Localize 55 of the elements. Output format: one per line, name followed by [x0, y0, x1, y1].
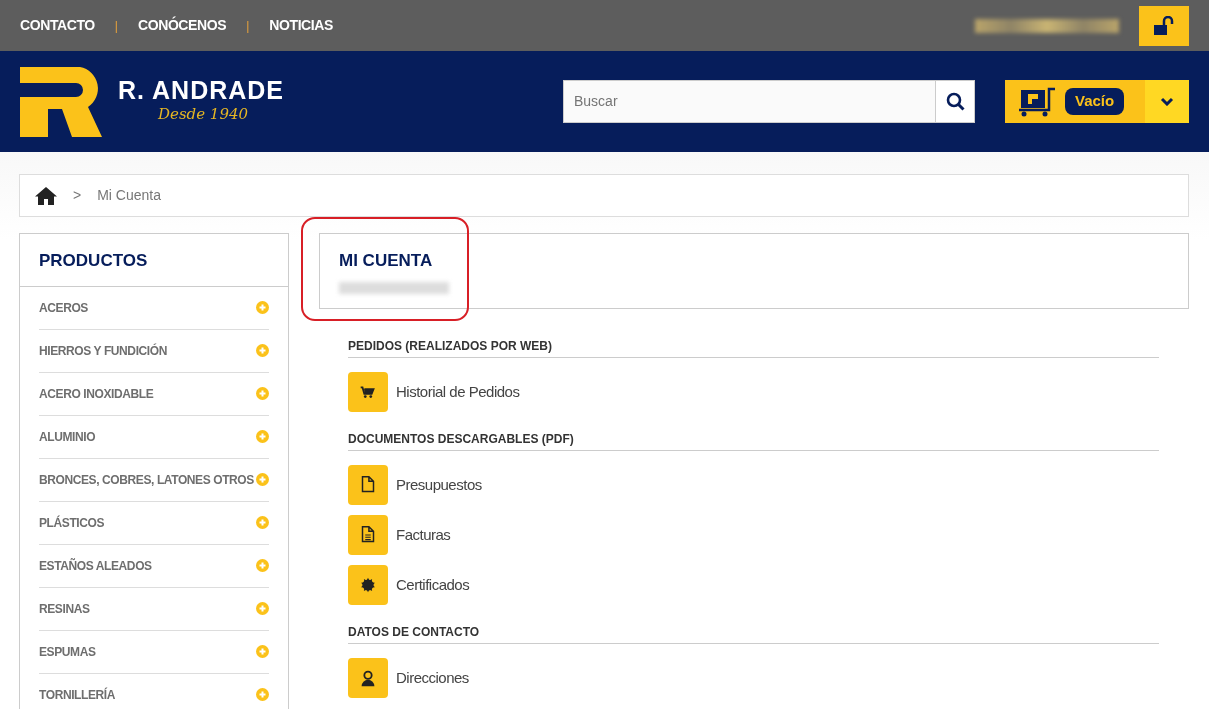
expand-plus-icon[interactable] [256, 301, 269, 314]
logo-tagline: Desde 1940 [158, 103, 250, 125]
expand-plus-icon[interactable] [256, 688, 269, 701]
cart-dropdown-button[interactable] [1145, 80, 1189, 123]
account-link[interactable]: Certificados [396, 573, 470, 597]
account-link[interactable]: Presupuestos [396, 473, 482, 497]
breadcrumb-current: Mi Cuenta [97, 186, 161, 205]
search-icon [945, 92, 965, 111]
logo-icon [20, 66, 102, 137]
account-link[interactable]: Facturas [396, 523, 451, 547]
chevron-down-icon [1160, 97, 1174, 106]
divider-mark: | [246, 17, 250, 35]
expand-plus-icon[interactable] [256, 387, 269, 400]
category-link[interactable]: RESINAS [39, 599, 90, 618]
expand-plus-icon[interactable] [256, 602, 269, 615]
divider-mark: | [114, 17, 118, 35]
icon-tile[interactable] [348, 372, 388, 412]
category-link[interactable]: PLÁSTICOS [39, 513, 105, 532]
cart-button[interactable]: Vacío [1005, 80, 1145, 123]
section-heading: PEDIDOS (REALIZADOS POR WEB) [348, 337, 1159, 358]
category-link[interactable]: BRONCES, COBRES, LATONES OTROS [39, 470, 254, 489]
expand-plus-icon[interactable] [256, 473, 269, 486]
icon-tile[interactable] [348, 515, 388, 555]
expand-plus-icon[interactable] [256, 430, 269, 443]
account-link[interactable]: Direcciones [396, 666, 469, 690]
icon-tile[interactable] [348, 658, 388, 698]
search-button[interactable] [935, 80, 975, 123]
search-field[interactable]: Buscar [563, 80, 935, 123]
account-title: MI CUENTA [339, 250, 434, 272]
trolley-icon [1019, 86, 1057, 117]
nav-link[interactable]: CONTACTO [20, 15, 95, 36]
expand-plus-icon[interactable] [256, 559, 269, 572]
section-heading: DOCUMENTOS DESCARGABLES (PDF) [348, 430, 1159, 451]
padlock-icon [1153, 15, 1175, 36]
nav-link[interactable]: NOTICIAS [269, 15, 333, 36]
icon-tile[interactable] [348, 565, 388, 605]
category-link[interactable]: ESPUMAS [39, 642, 96, 661]
breadcrumb-separator: > [73, 186, 82, 205]
account-link[interactable]: Historial de Pedidos [396, 380, 520, 404]
login-button[interactable] [1139, 5, 1189, 46]
category-link[interactable]: ALUMINIO [39, 427, 96, 446]
nav-link[interactable]: CONÓCENOS [137, 15, 227, 36]
sidebar-title: PRODUCTOS [20, 234, 288, 287]
expand-plus-icon[interactable] [256, 344, 269, 357]
section-heading: DATOS DE CONTACTO [348, 623, 1159, 644]
category-link[interactable]: ESTAÑOS ALEADOS [39, 556, 152, 575]
expand-plus-icon[interactable] [256, 516, 269, 529]
category-link[interactable]: HIERROS Y FUNDICIÓN [39, 341, 167, 360]
category-link[interactable]: TORNILLERÍA [39, 685, 116, 704]
expand-plus-icon[interactable] [256, 645, 269, 658]
logo-name: R. ANDRADE [118, 77, 285, 103]
home-icon[interactable] [35, 186, 57, 205]
category-link[interactable]: ACEROS [39, 298, 88, 317]
icon-tile[interactable] [348, 465, 388, 505]
category-link[interactable]: ACERO INOXIDABLE [39, 384, 154, 403]
